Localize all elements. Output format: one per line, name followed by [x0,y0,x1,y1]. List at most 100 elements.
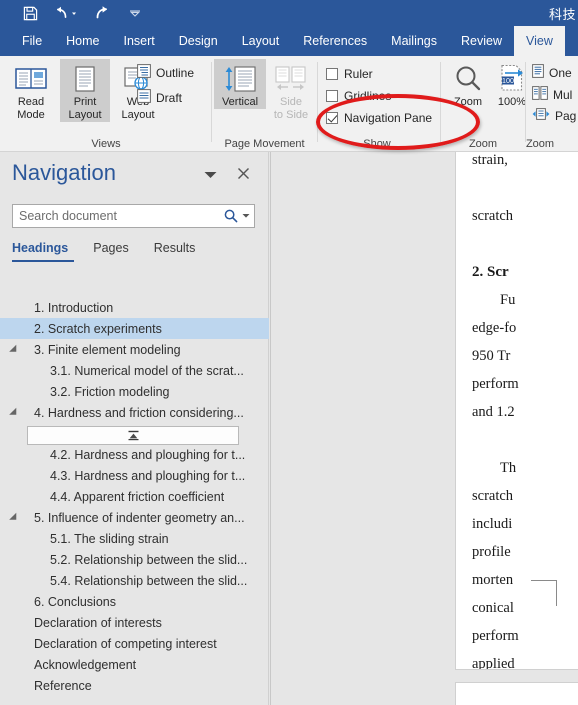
web-layout-label-line2: Layout [121,109,155,121]
tab-review[interactable]: Review [449,26,514,56]
print-layout-button[interactable]: Print Layout [60,59,110,122]
ruler-checkbox-item[interactable]: Ruler [326,67,373,81]
headings-list[interactable]: 1. Introduction 2. Scratch experiments 3. … [0,297,269,705]
heading-item[interactable]: 5. Influence of indenter geometry an... [0,507,269,528]
search-box[interactable] [12,204,255,228]
navigation-pane-header: Navigation [0,152,268,198]
heading-item-label: 3.1. Numerical model of the scrat... [50,363,244,378]
heading-item-label: Declaration of competing interest [34,636,217,651]
tab-pages[interactable]: Pages [93,238,141,262]
heading-item-label: 1. Introduction [34,300,114,315]
customize-quick-access-toolbar-icon[interactable] [125,3,145,23]
heading-item-label: 3.2. Friction modeling [50,384,170,399]
multiple-pages-button[interactable]: Mul [532,86,572,103]
search-input[interactable] [19,209,224,223]
heading-item-label: Reference [34,678,92,693]
one-page-icon [532,64,544,81]
redo-icon[interactable] [92,3,112,23]
tab-home[interactable]: Home [54,26,111,56]
ribbon-group-page-movement: Vertical Side to Side Page Movement [212,56,317,151]
close-icon[interactable] [234,164,252,182]
tab-file[interactable]: File [10,26,54,56]
page-width-icon [532,108,550,123]
text-boundary-corner-mark [531,580,557,606]
chevron-down-icon[interactable] [202,168,218,182]
ruler-checkbox[interactable] [326,68,338,80]
heading-item-label: Acknowledgement [34,657,137,672]
zoom-100-icon: 100 [497,62,527,96]
heading-item[interactable]: 4.3. Hardness and ploughing for t... [0,465,269,486]
heading-item[interactable]: Reference [0,675,269,696]
navigation-pane-label: Navigation Pane [344,111,433,125]
heading-item[interactable]: 2. Scratch experiments [0,318,269,339]
ruler-label: Ruler [344,67,373,81]
heading-item[interactable]: 3. Finite element modeling [0,339,269,360]
tab-layout[interactable]: Layout [230,26,292,56]
page-width-button[interactable]: Pag [532,108,576,123]
document-text-line: edge-fo [472,320,517,336]
document-text-line: perform [472,628,519,644]
heading-item[interactable]: Declaration of interests [0,612,269,633]
undo-icon[interactable] [53,3,79,23]
document-text-line: 950 Tr [472,348,511,364]
tab-results[interactable]: Results [154,238,209,262]
search-options-chevron-icon[interactable] [242,212,250,221]
tab-mailings[interactable]: Mailings [379,26,449,56]
heading-item-label: 4.3. Hardness and ploughing for t... [50,468,246,483]
read-mode-label-line2: Mode [17,109,45,121]
heading-item[interactable]: 5.1. The sliding strain [0,528,269,549]
navigation-pane-checkbox-item[interactable]: Navigation Pane [326,111,432,125]
gridlines-checkbox-item[interactable]: Gridlines [326,89,391,103]
ribbon-group-zoom: Zoom 100 100% Zoom [441,56,527,151]
zoom-button[interactable]: Zoom [443,59,493,109]
read-mode-button[interactable]: Read Mode [6,59,56,122]
heading-item[interactable]: Acknowledgement [0,654,269,675]
read-mode-label-line1: Read [17,96,45,108]
document-page-2[interactable] [455,682,578,705]
one-page-button[interactable]: One [532,64,572,81]
heading-item[interactable]: 1. Introduction [0,297,269,318]
document-text-line [472,174,578,202]
outline-button[interactable]: Outline [137,64,194,81]
gridlines-checkbox[interactable] [326,90,338,102]
side-to-side-button[interactable]: Side to Side [266,59,316,122]
draft-button[interactable]: Draft [137,89,182,106]
outline-label: Outline [156,65,195,80]
document-text-line [472,426,578,454]
tab-design[interactable]: Design [167,26,230,56]
tab-view[interactable]: View [514,26,565,56]
zoom-label: Zoom [453,96,483,108]
document-text-line: perform [472,376,519,392]
document-page-1[interactable]: strain, scratch 2. Scr Fu edge-fo 950 Tr perfo… [455,152,578,670]
navigation-pane-checkbox[interactable] [326,112,338,124]
heading-item-label: 3. Finite element modeling [34,342,181,357]
print-layout-label-line2: Layout [68,109,102,121]
collapse-all-icon [128,430,138,441]
search-icon[interactable] [224,209,238,223]
tab-insert[interactable]: Insert [112,26,167,56]
heading-item[interactable]: 4. Hardness and friction considering... [0,402,269,423]
heading-item[interactable]: 5.4. Relationship between the slid... [0,570,269,591]
side-to-side-label-line2: to Side [273,109,309,121]
page-width-label: Pag [555,108,577,123]
heading-item[interactable]: 4.2. Hardness and ploughing for t... [0,444,269,465]
tab-references[interactable]: References [291,26,379,56]
heading-item[interactable]: Declaration of competing interest [0,633,269,654]
multiple-pages-icon [532,86,548,103]
heading-item[interactable]: 6. Conclusions [0,591,269,612]
document-area: strain, scratch 2. Scr Fu edge-fo 950 Tr perfo… [270,152,578,705]
heading-item[interactable]: 3.2. Friction modeling [0,381,269,402]
heading-item[interactable]: 4.4. Apparent friction coefficient [0,486,269,507]
document-text-line: 2. Scr [472,264,509,280]
document-text-line: includi [472,516,513,532]
heading-item[interactable]: 3.1. Numerical model of the scrat... [0,360,269,381]
heading-item-label: 2. Scratch experiments [34,321,162,336]
vertical-button[interactable]: Vertical [214,59,266,109]
show-group-label: Show [363,138,391,150]
tab-headings[interactable]: Headings [12,238,75,262]
heading-item[interactable]: 5.2. Relationship between the slid... [0,549,269,570]
document-text-line: morten [472,572,514,588]
collapse-all-headings-button[interactable] [27,426,239,445]
heading-item-label: 4. Hardness and friction considering... [34,405,244,420]
save-icon[interactable] [20,3,40,23]
